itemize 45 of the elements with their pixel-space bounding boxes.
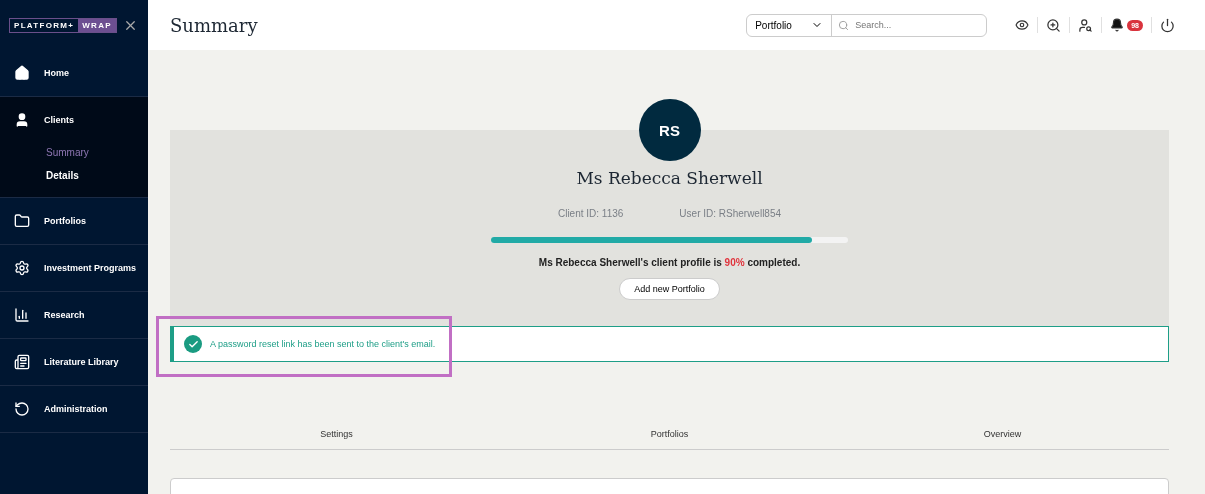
check-icon	[184, 335, 202, 353]
sidebar-item[interactable]: Investment Programs	[0, 245, 148, 291]
tab[interactable]: Settings	[170, 425, 503, 449]
search-icon	[838, 19, 850, 31]
alert-message: A password reset link has been sent to the client's email.	[210, 339, 436, 349]
tab[interactable]: Overview	[836, 425, 1169, 449]
zoom-in-icon	[1046, 17, 1062, 33]
client-name: Ms Rebecca Sherwell	[576, 168, 763, 188]
sidebar-subitem[interactable]: Details	[0, 166, 148, 189]
document-stack-icon	[14, 354, 30, 370]
sidebar-item-label: Portfolios	[44, 216, 86, 226]
search-bar[interactable]: Portfolio Search...	[746, 13, 988, 37]
sidebar-subitem[interactable]: Summary	[0, 143, 148, 166]
sidebar-item-label: Home	[44, 68, 69, 78]
sidebar-item[interactable]: Home	[0, 50, 148, 96]
scope-dropdown[interactable]: Portfolio	[747, 14, 833, 36]
eye-icon	[1015, 18, 1030, 32]
page-title: Summary	[170, 14, 259, 36]
search-input[interactable]: Search...	[853, 19, 974, 31]
logo: PLATFORM+ WRAP	[9, 17, 117, 33]
bell-icon	[1110, 18, 1125, 32]
sidebar-item-label: Research	[44, 310, 85, 320]
user-icon	[14, 112, 30, 128]
gear-icon	[14, 260, 30, 276]
sidebar-item-label: Clients	[44, 115, 74, 125]
sidebar-item[interactable]: Portfolios	[0, 198, 148, 244]
client-id: Client ID: 1136	[557, 208, 624, 219]
sidebar-item-label: Investment Programs	[44, 263, 137, 273]
sidebar-item[interactable]: Clients	[0, 97, 148, 143]
sidebar-item-label: Literature Library	[44, 357, 119, 367]
sidebar-item-label: Administration	[44, 404, 108, 414]
add-portfolio-button[interactable]: Add new Portfolio	[619, 278, 720, 300]
circular-arrow-icon	[14, 401, 30, 417]
user-search-icon	[1078, 17, 1094, 33]
power-icon	[1160, 17, 1175, 33]
avatar: RS	[638, 99, 701, 161]
sidebar-item[interactable]: Research	[0, 292, 148, 338]
sidebar-item[interactable]: Administration	[0, 386, 148, 432]
bar-chart-icon	[14, 307, 30, 323]
home-icon	[14, 65, 30, 81]
tab[interactable]: Portfolios	[503, 425, 836, 449]
completion-text: Ms Rebecca Sherwell's client profile is 90% completed.	[538, 257, 801, 268]
folder-icon	[14, 213, 30, 229]
sidebar-item[interactable]: Literature Library	[0, 339, 148, 385]
user-id: User ID: RSherwell854	[679, 208, 782, 219]
